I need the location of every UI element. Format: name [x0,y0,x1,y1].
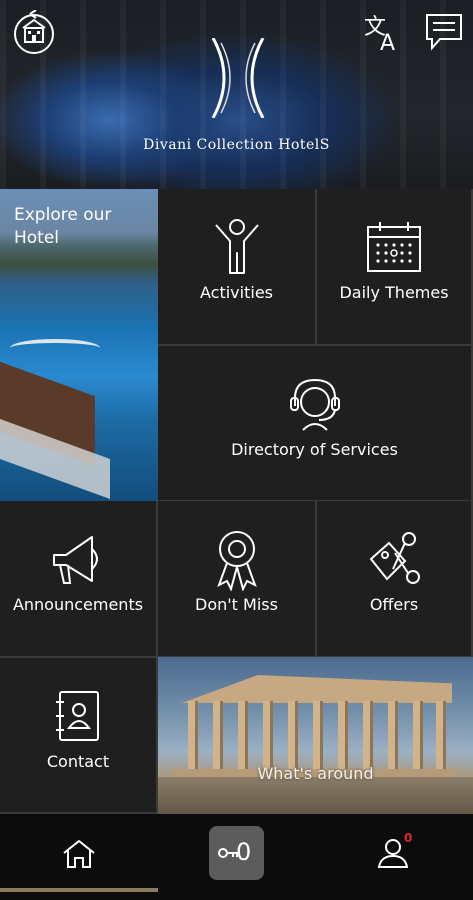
announcements-tile[interactable]: Announcements [0,501,158,658]
brand-name: Divani Collection HotelS [143,137,330,153]
daily-themes-label: Daily Themes [339,283,449,302]
directory-label: Directory of Services [231,440,398,459]
divani-logo [211,38,265,118]
calendar-icon [367,222,421,272]
notification-badge: 0 [404,831,413,845]
activities-label: Activities [200,283,273,302]
ribbon-icon [216,531,257,591]
explore-hotel-label: Explore our Hotel [14,205,112,248]
key-count: 0 [236,838,252,866]
megaphone-icon [53,536,98,584]
contact-card-icon [56,691,99,741]
directory-of-services-tile[interactable]: Directory of Services [158,346,473,502]
home-icon[interactable] [61,838,97,870]
svg-text:A: A [380,31,395,52]
contact-tile[interactable]: Contact [0,658,158,814]
offers-tile[interactable]: Offers [317,501,473,658]
headset-icon [289,378,340,431]
scissors-tag-icon [369,532,420,584]
person-icon [214,219,259,274]
contact-label: Contact [46,752,110,771]
hotel-switch-icon[interactable] [12,10,56,56]
dont-miss-tile[interactable]: Don't Miss [158,501,317,658]
chat-icon[interactable] [424,12,464,52]
offers-label: Offers [369,595,419,614]
whats-around-tile[interactable] [158,657,473,814]
dont-miss-label: Don't Miss [195,595,278,614]
translate-icon[interactable]: 文 A [362,12,406,52]
activities-tile[interactable]: Activities [158,189,317,346]
announcements-label: Announcements [12,595,144,614]
active-tab-indicator [0,888,158,892]
whats-around-label: What's around [257,764,374,783]
daily-themes-tile[interactable]: Daily Themes [317,189,473,346]
